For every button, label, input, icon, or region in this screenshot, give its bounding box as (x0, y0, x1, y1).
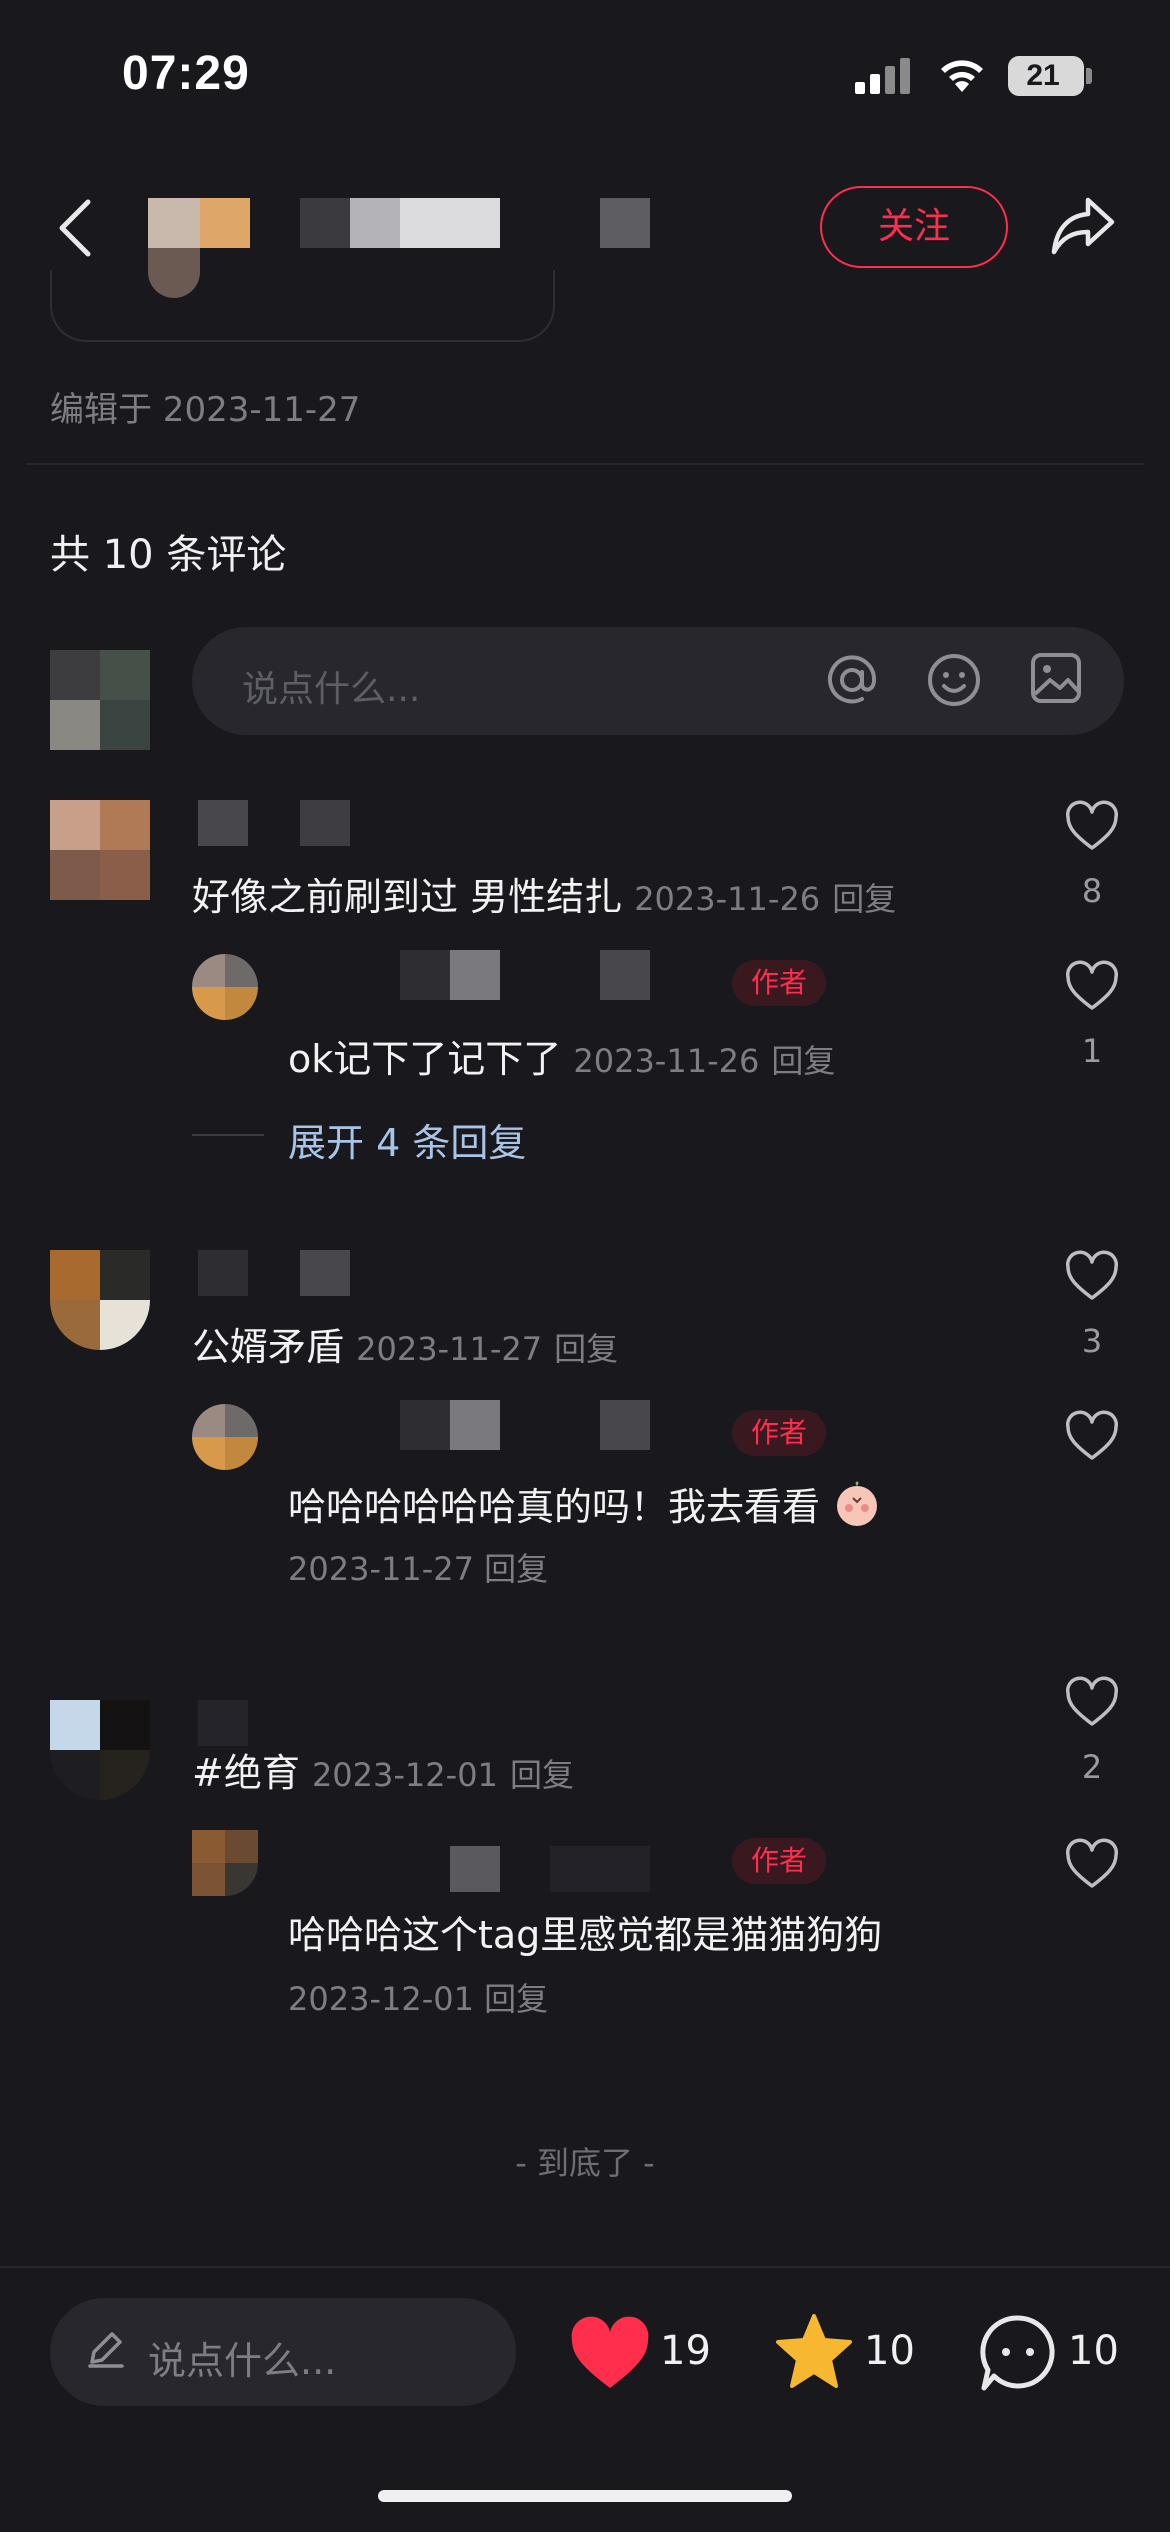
share-icon[interactable] (1048, 194, 1118, 258)
battery-level: 21 (1026, 59, 1060, 92)
at-icon[interactable] (822, 650, 882, 710)
comment-count: 共 10 条评论 (50, 532, 287, 578)
like-count: 8 (1081, 872, 1103, 910)
heart-outline-icon[interactable] (1064, 800, 1120, 852)
location-tag[interactable] (50, 270, 555, 342)
comment-date: 2023-12-01 (311, 1756, 498, 1794)
reply-text: ok记下了记下了 2023-11-26 回复 (288, 1037, 836, 1081)
reply-meta: 2023-12-01 回复 (288, 1974, 548, 2020)
comment-text: 好像之前刷到过 男性结扎 2023-11-26 回复 (192, 875, 897, 919)
cellular-signal-icon (855, 58, 913, 94)
heart-outline-icon[interactable] (1064, 1410, 1120, 1462)
comment-date: 2023-11-27 (356, 1330, 543, 1368)
follow-button[interactable]: 关注 (820, 186, 1008, 268)
heart-outline-icon[interactable] (1064, 960, 1120, 1012)
commenter-avatar[interactable] (50, 1250, 150, 1350)
comment-text: #绝育 2023-12-01 回复 (192, 1751, 575, 1795)
battery-icon: 21 (1008, 56, 1084, 96)
like-count: 2 (1081, 1748, 1103, 1786)
like-count: 1 (1081, 1032, 1103, 1070)
edited-date: 编辑于 2023-11-27 (50, 390, 361, 430)
reply-button[interactable]: 回复 (832, 880, 896, 918)
reply-button[interactable]: 回复 (484, 1550, 548, 1588)
reply-author-name[interactable] (400, 1400, 650, 1450)
reply-author-avatar[interactable] (192, 1404, 258, 1470)
reply-author-avatar[interactable] (192, 954, 258, 1020)
reply-date: 2023-12-01 (288, 1980, 474, 2018)
commenter-name[interactable] (198, 1700, 248, 1746)
reply-button[interactable]: 回复 (510, 1756, 574, 1794)
favorite-total: 10 (864, 2328, 915, 2374)
reply-author-name[interactable] (400, 950, 650, 1000)
comment-total: 10 (1068, 2328, 1119, 2374)
reply-author-avatar[interactable] (192, 1830, 258, 1896)
heart-outline-icon[interactable] (1064, 1838, 1120, 1890)
commenter-avatar[interactable] (50, 1700, 150, 1800)
heart-outline-icon[interactable] (1064, 1676, 1120, 1728)
battery-cap (1086, 68, 1092, 84)
blushing-emoji-icon (837, 1481, 878, 1526)
end-of-list: - 到底了 - (515, 2144, 655, 2182)
comment-text: 公婿矛盾 2023-11-27 回复 (192, 1325, 619, 1369)
wifi-icon (941, 60, 983, 92)
heart-outline-icon[interactable] (1064, 1250, 1120, 1302)
reply-author-name[interactable] (450, 1846, 650, 1892)
expand-divider (192, 1134, 264, 1136)
like-total: 19 (660, 2328, 711, 2374)
author-badge: 作者 (732, 1410, 826, 1456)
reply-button[interactable]: 回复 (484, 1980, 548, 2018)
reply-button[interactable]: 回复 (771, 1042, 835, 1080)
reply-text: 哈哈哈哈哈哈真的吗！我去看看 (288, 1476, 882, 1531)
avatar (50, 650, 150, 750)
star-icon[interactable] (772, 2312, 856, 2392)
commenter-name[interactable] (198, 800, 350, 846)
back-icon[interactable] (52, 196, 102, 260)
author-badge: 作者 (732, 1838, 826, 1884)
reply-date: 2023-11-27 (288, 1550, 474, 1588)
reply-meta: 2023-11-27 回复 (288, 1544, 548, 1590)
home-indicator[interactable] (378, 2490, 792, 2502)
expand-replies-button[interactable]: 展开 4 条回复 (288, 1112, 526, 1167)
reply-text: 哈哈哈这个tag里感觉都是猫猫狗狗 (288, 1913, 883, 1957)
reply-button[interactable]: 回复 (554, 1330, 618, 1368)
image-icon[interactable] (1028, 650, 1084, 706)
chat-icon[interactable] (976, 2312, 1060, 2394)
comment-date: 2023-11-26 (634, 880, 821, 918)
divider (26, 463, 1144, 465)
like-count: 3 (1081, 1322, 1103, 1360)
bottom-input-placeholder: 说点什么... (148, 2339, 337, 2383)
pencil-icon (88, 2332, 124, 2368)
author-name[interactable] (300, 198, 650, 248)
heart-filled-icon[interactable] (568, 2316, 652, 2392)
reply-date: 2023-11-26 (573, 1042, 760, 1080)
divider (0, 2266, 1170, 2268)
commenter-avatar[interactable] (50, 800, 150, 900)
status-time: 07:29 (122, 47, 250, 100)
author-badge: 作者 (732, 960, 826, 1006)
emoji-icon[interactable] (924, 650, 984, 710)
comment-input-placeholder: 说点什么... (242, 669, 421, 710)
commenter-name[interactable] (198, 1250, 350, 1296)
